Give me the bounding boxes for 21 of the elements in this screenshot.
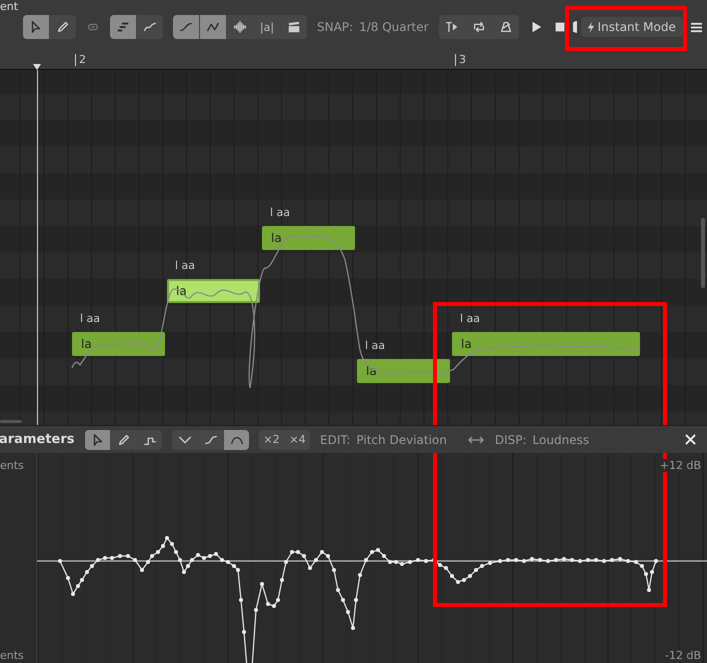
note-block[interactable]: la (72, 332, 165, 356)
axis-label: ents (0, 459, 24, 472)
phoneme-label: l aa (365, 338, 386, 352)
snap-label: SNAP: (317, 20, 354, 34)
measure-number: 3 (455, 54, 466, 66)
snap-value[interactable]: 1/8 Quarter (359, 20, 429, 34)
display-value[interactable]: Loudness (532, 432, 590, 446)
display-label: DISP: (494, 432, 527, 446)
window-title: ent (0, 1, 18, 13)
phoneme-label: l aa (270, 206, 290, 219)
note-block[interactable]: la (262, 226, 355, 250)
phoneme-label: l aa (460, 312, 480, 325)
note-block[interactable]: la (452, 332, 640, 356)
measure-number: 2 (75, 54, 86, 66)
edit-value[interactable]: Pitch Deviation (356, 432, 447, 446)
edit-label: EDIT: (320, 432, 350, 446)
instant-mode-button[interactable]: Instant Mode (580, 17, 683, 37)
phoneme-label: l aa (175, 259, 196, 272)
axis-label: ents (0, 649, 24, 662)
axis-label: -12 dB (665, 649, 701, 662)
phoneme-label: l aa (80, 312, 100, 325)
